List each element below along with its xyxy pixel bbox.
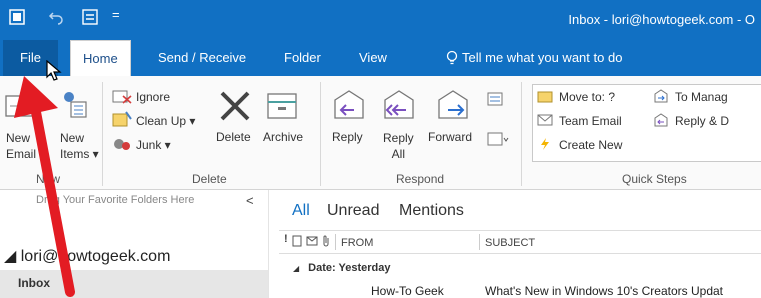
reply-delete-icon: [654, 113, 668, 127]
forward-icon: [438, 90, 468, 119]
quick-steps-gallery: Move to: ? Team Email Create New To Mana…: [532, 84, 761, 162]
title-bar: = Inbox - lori@howtogeek.com - O: [0, 0, 761, 40]
clean-up-button[interactable]: Clean Up ▾: [136, 114, 195, 128]
new-email-button[interactable]: New Email: [6, 130, 36, 162]
to-manager-icon: [654, 89, 668, 103]
tab-home[interactable]: Home: [70, 40, 131, 78]
customize-toolbar-icon[interactable]: =: [112, 7, 128, 23]
message-from[interactable]: How-To Geek: [371, 284, 444, 298]
mouse-cursor-icon: [46, 60, 62, 81]
archive-icon: [267, 93, 297, 119]
forward-button[interactable]: Forward: [428, 130, 472, 144]
tell-me-box[interactable]: Tell me what you want to do: [462, 40, 622, 76]
tab-send-receive[interactable]: Send / Receive: [146, 40, 258, 76]
reply-button[interactable]: Reply: [332, 130, 363, 144]
quick-step-create-new[interactable]: Create New: [559, 138, 622, 152]
archive-button[interactable]: Archive: [263, 130, 303, 144]
create-new-icon: [541, 138, 549, 150]
tab-view[interactable]: View: [347, 40, 399, 76]
icon-column-icon[interactable]: [306, 235, 318, 247]
more-respond-icon[interactable]: [487, 132, 509, 146]
reply-all-button[interactable]: Reply All: [383, 130, 414, 162]
quick-step-team-email[interactable]: Team Email: [559, 114, 622, 128]
new-email-label-2: Email: [6, 147, 37, 161]
delete-icon: [220, 91, 250, 121]
ignore-icon: [112, 90, 132, 104]
new-email-label-1: New: [6, 131, 31, 145]
meeting-icon[interactable]: [487, 92, 503, 106]
quick-step-to-manager[interactable]: To Manag: [675, 90, 728, 104]
reply-all-icon: [384, 90, 414, 119]
group-separator: [102, 82, 103, 186]
from-column-header[interactable]: FROM: [341, 237, 373, 256]
reply-all-label-1: Reply: [383, 131, 414, 145]
new-items-label-2: Items ▾: [60, 147, 99, 161]
attachment-column-icon[interactable]: [322, 235, 330, 247]
message-subject[interactable]: What's New in Windows 10's Creators Upda…: [485, 284, 723, 298]
collapse-pane-button[interactable]: <: [246, 193, 254, 208]
collapse-arrow-icon[interactable]: ◢: [293, 264, 299, 273]
reminder-column-icon[interactable]: [292, 235, 302, 247]
filter-unread[interactable]: Unread: [327, 202, 379, 220]
tab-folder[interactable]: Folder: [272, 40, 333, 76]
move-to-icon: [537, 91, 553, 103]
quick-step-reply-delete[interactable]: Reply & D: [675, 114, 729, 128]
send-receive-icon[interactable]: [82, 9, 98, 25]
new-email-icon: [5, 95, 33, 117]
delete-button[interactable]: Delete: [216, 130, 251, 144]
subject-column-header[interactable]: SUBJECT: [485, 237, 535, 256]
folder-inbox[interactable]: Inbox: [0, 270, 268, 298]
reply-icon: [334, 90, 364, 119]
clean-up-icon: [112, 111, 132, 127]
reply-all-label-2: All: [391, 147, 406, 161]
new-items-button[interactable]: New Items ▾: [60, 130, 99, 162]
date-group-header[interactable]: ◢ Date: Yesterday: [293, 262, 391, 274]
column-divider: [335, 234, 336, 250]
quick-step-move-to[interactable]: Move to: ?: [559, 90, 615, 104]
column-divider: [479, 234, 480, 250]
group-quick-steps-label: Quick Steps: [622, 172, 687, 186]
folder-pane: Drag Your Favorite Folders Here < ◢ lori…: [0, 190, 269, 298]
group-separator: [521, 82, 522, 186]
favorites-drop-hint: Drag Your Favorite Folders Here: [36, 194, 195, 206]
window-title: Inbox - lori@howtogeek.com - O: [568, 12, 755, 27]
group-respond-label: Respond: [396, 172, 445, 186]
message-list: All Unread Mentions ! FROM SUBJECT ◢ Date…: [279, 190, 761, 298]
team-email-icon: [537, 114, 553, 126]
lightbulb-icon: [446, 50, 458, 65]
undo-icon[interactable]: [48, 9, 64, 25]
filter-all[interactable]: All: [292, 202, 310, 220]
ribbon-home: New Email New Items ▾ New Ignore Clean U…: [0, 76, 761, 190]
date-group-label: Date: Yesterday: [308, 262, 391, 274]
group-separator: [320, 82, 321, 186]
folder-inbox-label: Inbox: [18, 276, 50, 290]
group-delete-label: Delete: [192, 172, 227, 186]
filter-mentions[interactable]: Mentions: [399, 202, 464, 220]
account-folder[interactable]: ◢ lori@howtogeek.com: [4, 246, 170, 266]
importance-column-icon[interactable]: !: [284, 233, 288, 252]
group-new-label: New: [36, 172, 61, 186]
new-items-label-1: New: [60, 131, 85, 145]
outlook-app-icon: [9, 9, 25, 25]
ignore-button[interactable]: Ignore: [136, 90, 170, 104]
junk-icon: [114, 139, 130, 150]
new-items-icon: [64, 92, 87, 118]
junk-button[interactable]: Junk ▾: [136, 138, 171, 152]
ribbon-tabs: File Home Send / Receive Folder View Tel…: [0, 40, 761, 78]
